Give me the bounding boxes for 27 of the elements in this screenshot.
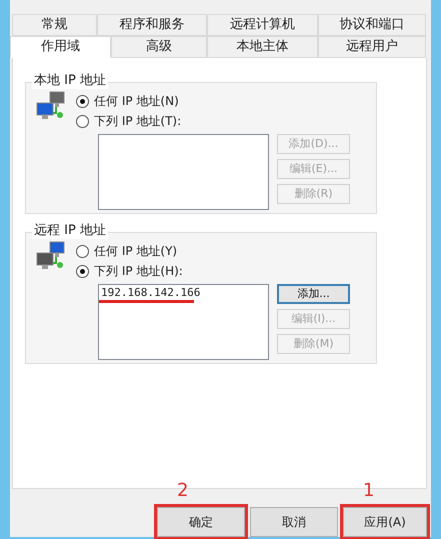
tab[interactable]: 本地主体	[207, 36, 318, 58]
radio-label: 任何 IP 地址(N)	[94, 93, 179, 110]
group-title: 远程 IP 地址	[32, 223, 108, 239]
tab[interactable]: 协议和端口	[318, 14, 426, 36]
ip-address[interactable]: 192.168.142.166	[101, 286, 200, 299]
radio-label: 下列 IP 地址(T):	[94, 113, 182, 130]
annotation-number: 2	[177, 481, 188, 501]
radio-button[interactable]	[76, 244, 89, 258]
dialog-button[interactable]: 应用(A)	[343, 507, 427, 537]
tab[interactable]: 远程用户	[318, 36, 426, 58]
radio-button[interactable]	[76, 264, 89, 278]
tab[interactable]: 远程计算机	[207, 14, 318, 36]
tab[interactable]: 常规	[12, 14, 97, 36]
list-action-button[interactable]: 添加...	[277, 284, 350, 304]
address-list[interactable]: 192.168.142.166	[98, 284, 269, 360]
address-list[interactable]	[98, 134, 269, 210]
tab[interactable]: 作用域	[10, 36, 111, 58]
dialog-button[interactable]: 确定	[157, 507, 245, 537]
group-title: 本地 IP 地址	[32, 73, 108, 89]
radio-label: 任何 IP 地址(Y)	[94, 243, 178, 260]
tab[interactable]: 高级	[111, 36, 207, 58]
radio-label: 下列 IP 地址(H):	[94, 263, 183, 280]
annotation-number: 1	[363, 481, 374, 501]
radio-button[interactable]	[76, 114, 89, 128]
radio-button[interactable]	[76, 94, 89, 108]
dialog-button[interactable]: 取消	[250, 507, 338, 537]
tab[interactable]: 程序和服务	[97, 14, 207, 36]
